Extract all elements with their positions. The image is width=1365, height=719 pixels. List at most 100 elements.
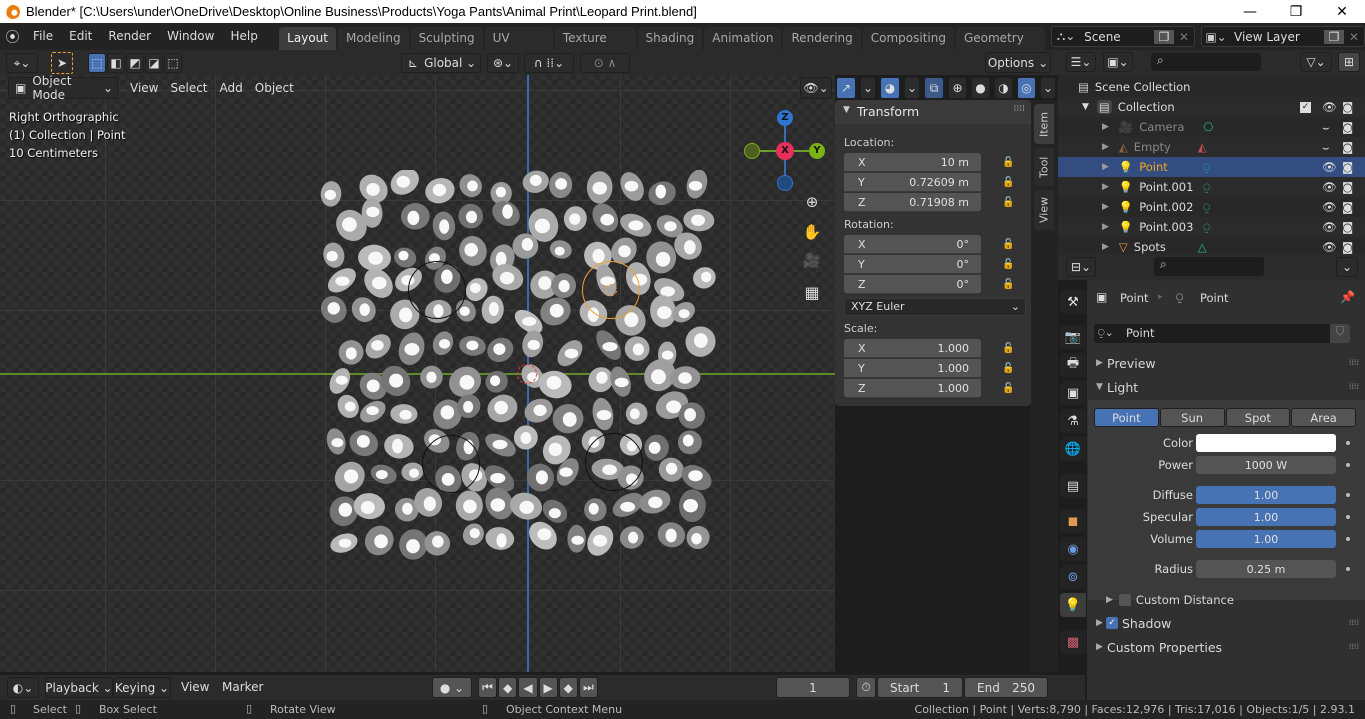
drag-handle-icon[interactable]: ⁞⁞⁞⁞ bbox=[1349, 642, 1359, 651]
camera-render-icon[interactable]: ◙ bbox=[1342, 180, 1353, 194]
menu-render[interactable]: Render bbox=[100, 23, 159, 50]
pivot-point-dropdown[interactable]: ⊛⌄ bbox=[487, 53, 519, 73]
lock-icon[interactable]: 🔓 bbox=[1002, 239, 1016, 251]
camera-view-icon[interactable]: 🎥 bbox=[800, 253, 824, 277]
outliner-item[interactable]: ▶ ◭ Empty ◭ ⌣ ◙ bbox=[1058, 137, 1365, 157]
light-data-icon[interactable]: ⍜ bbox=[1203, 220, 1210, 235]
light-browse-icon[interactable]: ⍜⌄ bbox=[1098, 326, 1114, 340]
light-datablock-selector[interactable]: ⍜⌄ Point ⛉ bbox=[1094, 324, 1350, 343]
mesh-data-icon[interactable]: △ bbox=[1198, 240, 1207, 254]
timeline-menu-marker[interactable]: Marker bbox=[216, 676, 269, 698]
tab-modeling[interactable]: Modeling bbox=[337, 27, 409, 50]
keyframe-dot-icon[interactable] bbox=[1346, 567, 1350, 571]
sidebar-tab-tool[interactable]: Tool bbox=[1034, 148, 1054, 186]
eye-icon[interactable]: 👁 bbox=[1322, 160, 1337, 174]
tab-geometry-nodes[interactable]: Geometry Nod bbox=[955, 27, 1046, 68]
scene-name-field[interactable]: Scene bbox=[1080, 30, 1154, 44]
select-tool-icon[interactable]: ➤ bbox=[51, 52, 73, 74]
gizmo-x-axis[interactable]: X bbox=[776, 142, 794, 160]
properties-options-dropdown[interactable]: ⌄ bbox=[1336, 257, 1358, 277]
eye-icon[interactable]: 👁 bbox=[1322, 220, 1337, 234]
filter-dropdown[interactable]: ▽⌄ bbox=[1300, 52, 1332, 72]
specular-slider[interactable]: 1.00 bbox=[1196, 508, 1336, 526]
lock-icon[interactable]: 🔓 bbox=[1002, 177, 1016, 189]
viewport-menu-view[interactable]: View bbox=[124, 77, 164, 99]
light-data-icon[interactable]: ⍜ bbox=[1203, 200, 1210, 215]
expand-triangle-icon[interactable]: ▶ bbox=[1102, 242, 1109, 252]
gizmo-dropdown-icon[interactable]: ⌄ bbox=[860, 77, 876, 99]
collection-tab-icon[interactable]: ▤ bbox=[1060, 474, 1086, 498]
shadow-checkbox[interactable]: ✓ bbox=[1106, 617, 1118, 629]
camera-render-icon[interactable]: ◙ bbox=[1342, 240, 1353, 254]
viewport-menu-object[interactable]: Object bbox=[249, 77, 300, 99]
scale-y-field[interactable]: Y 1.000 bbox=[844, 359, 981, 378]
sidebar-tab-item[interactable]: Item bbox=[1034, 104, 1054, 144]
constraints-tab-icon[interactable]: ⊚ bbox=[1060, 565, 1086, 589]
keyframe-dot-icon[interactable] bbox=[1346, 515, 1350, 519]
object-tab-icon[interactable]: ◼ bbox=[1060, 509, 1086, 533]
custom-distance-subpanel[interactable]: ▶ Custom Distance bbox=[1106, 591, 1234, 609]
keyframe-dot-icon[interactable] bbox=[1346, 441, 1350, 445]
outliner-editor-type-icon[interactable]: ☰⌄ bbox=[1066, 52, 1096, 72]
camera-render-icon[interactable]: ◙ bbox=[1342, 220, 1353, 234]
transform-orientation-dropdown[interactable]: ⊾ Global ⌄ bbox=[401, 53, 481, 73]
expand-triangle-icon[interactable]: ▶ bbox=[1102, 162, 1109, 172]
select-mode-intersect-icon[interactable]: ⬚ bbox=[164, 53, 182, 73]
auto-keying-toggle[interactable]: ● ⌄ bbox=[432, 677, 472, 698]
3d-cursor[interactable] bbox=[517, 364, 537, 384]
shading-solid-icon[interactable]: ● bbox=[971, 77, 990, 99]
3d-viewport[interactable]: Right Orthographic (1) Collection | Poin… bbox=[0, 50, 835, 672]
location-y-field[interactable]: Y 0.72609 m bbox=[844, 173, 981, 192]
scale-x-field[interactable]: X 1.000 bbox=[844, 339, 981, 358]
snap-dropdown[interactable]: ∩ ⁞⁞⌄ bbox=[524, 53, 574, 73]
menu-file[interactable]: File bbox=[25, 23, 61, 50]
viewport-menu-add[interactable]: Add bbox=[214, 77, 249, 99]
fake-user-shield-icon[interactable]: ⛉ bbox=[1330, 324, 1350, 343]
gizmo-z-axis[interactable]: Z bbox=[777, 110, 793, 126]
tab-shading[interactable]: Shading bbox=[637, 27, 703, 50]
delete-view-layer-icon[interactable]: ✕ bbox=[1344, 30, 1364, 44]
diffuse-slider[interactable]: 1.00 bbox=[1196, 486, 1336, 504]
light-point-selected[interactable] bbox=[582, 261, 640, 319]
shading-wireframe-icon[interactable]: ⊕ bbox=[948, 77, 967, 99]
lock-icon[interactable]: 🔓 bbox=[1002, 279, 1016, 291]
lock-icon[interactable]: 🔓 bbox=[1002, 259, 1016, 271]
play-icon[interactable]: ▶ bbox=[538, 677, 558, 698]
outliner-item[interactable]: ▶ 🎥 Camera ⎔ ⌣ ◙ bbox=[1058, 117, 1365, 137]
display-mode-icon[interactable]: ▣⌄ bbox=[1103, 52, 1133, 72]
scene-tab-icon[interactable]: ⚗ bbox=[1060, 409, 1086, 433]
close-button[interactable]: ✕ bbox=[1319, 4, 1365, 20]
menu-help[interactable]: Help bbox=[222, 23, 265, 50]
lock-icon[interactable]: 🔓 bbox=[1002, 363, 1016, 375]
render-tab-icon[interactable]: 📷 bbox=[1060, 325, 1086, 349]
overlays-dropdown-icon[interactable]: ⌄ bbox=[904, 77, 920, 99]
keyframe-dot-icon[interactable] bbox=[1346, 463, 1350, 467]
menu-window[interactable]: Window bbox=[159, 23, 222, 50]
camera-data-icon[interactable]: ⎔ bbox=[1203, 120, 1213, 134]
eye-icon[interactable]: 👁 bbox=[1322, 200, 1337, 214]
camera-render-icon[interactable]: ◙ bbox=[1342, 160, 1353, 174]
shading-material-icon[interactable]: ◑ bbox=[994, 77, 1013, 99]
camera-render-icon[interactable]: ◙ bbox=[1342, 200, 1353, 214]
power-field[interactable]: 1000 W bbox=[1196, 456, 1336, 474]
tab-uv-editing[interactable]: UV Editing bbox=[484, 27, 553, 68]
keyframe-dot-icon[interactable] bbox=[1346, 493, 1350, 497]
expand-triangle-icon[interactable]: ▶ bbox=[1102, 122, 1109, 132]
keyframe-dot-icon[interactable] bbox=[1346, 537, 1350, 541]
scale-z-field[interactable]: Z 1.000 bbox=[844, 379, 981, 398]
next-keyframe-icon[interactable]: ◆ bbox=[558, 677, 578, 698]
outliner-item[interactable]: ▶ 💡 Point.003 ⍜ 👁 ◙ bbox=[1058, 217, 1365, 237]
outliner-item[interactable]: ▶ 💡 Point ⍜ 👁 ◙ bbox=[1058, 157, 1365, 177]
pan-view-icon[interactable]: ✋ bbox=[800, 223, 824, 247]
pin-icon[interactable]: 📌 bbox=[1340, 290, 1355, 304]
light-data-icon[interactable]: ⍜ bbox=[1203, 180, 1210, 195]
location-x-field[interactable]: X 10 m bbox=[844, 153, 981, 172]
tab-texture-paint[interactable]: Texture Paint bbox=[554, 27, 636, 68]
eye-closed-icon[interactable]: ⌣ bbox=[1322, 140, 1330, 155]
lock-icon[interactable]: 🔓 bbox=[1002, 383, 1016, 395]
camera-render-icon[interactable]: ◙ bbox=[1342, 120, 1353, 134]
expand-triangle-icon[interactable]: ▶ bbox=[1102, 182, 1109, 192]
jump-end-icon[interactable]: ⏭ bbox=[578, 677, 599, 698]
drag-handle-icon[interactable]: ⁞⁞⁞⁞ bbox=[1349, 358, 1359, 367]
empty-data-icon[interactable]: ◭ bbox=[1198, 140, 1207, 154]
